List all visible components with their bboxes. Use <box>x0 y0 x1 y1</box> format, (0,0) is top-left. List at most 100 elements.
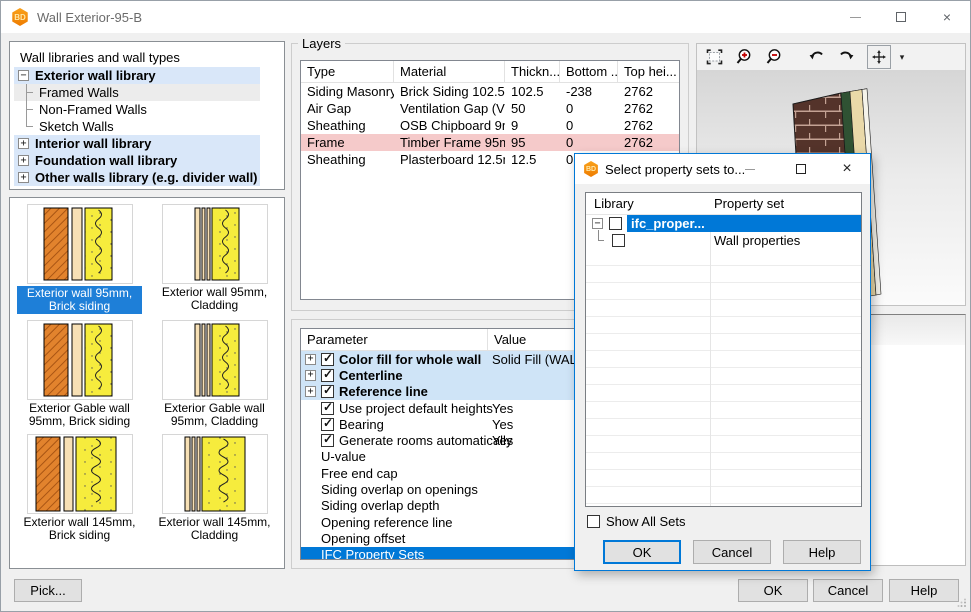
wall-type-thumbnail[interactable] <box>162 434 268 514</box>
close-button[interactable]: × <box>924 1 970 33</box>
tree-item-foundation-wall-library[interactable]: Foundation wall library <box>14 152 260 169</box>
expand-icon[interactable] <box>18 155 29 166</box>
layer-thickness: 95 <box>505 135 560 150</box>
layer-material: OSB Chipboard 9m... <box>394 118 505 133</box>
layer-row[interactable]: Sheathing OSB Chipboard 9m... 9 0 2762 <box>301 117 679 134</box>
tree-item-framed-walls[interactable]: Framed Walls <box>14 84 260 101</box>
checkbox[interactable] <box>321 385 334 398</box>
checkbox[interactable] <box>321 369 334 382</box>
show-all-sets-option[interactable]: Show All Sets <box>587 514 686 529</box>
parameter-label: Use project default heights <box>339 401 493 416</box>
ok-button[interactable]: OK <box>738 579 808 602</box>
checkbox[interactable] <box>321 434 334 447</box>
pick-button[interactable]: Pick... <box>14 579 82 602</box>
wall-type-thumbnail[interactable] <box>27 434 133 514</box>
tree-item-label: Framed Walls <box>39 85 119 100</box>
zoom-extents-button[interactable] <box>701 45 727 69</box>
column-header-type[interactable]: Type <box>301 61 394 82</box>
minimize-icon <box>850 17 861 18</box>
wall-type-item[interactable]: Exterior wall 145mm, Cladding <box>147 434 282 542</box>
layer-thickness: 9 <box>505 118 560 133</box>
minimize-button[interactable] <box>832 1 878 33</box>
help-button[interactable]: Help <box>889 579 959 602</box>
tree-item-exterior-wall-library[interactable]: Exterior wall library <box>14 67 260 84</box>
wall-type-item[interactable]: Exterior wall 95mm, Brick siding <box>12 204 147 314</box>
parameter-value: Yes <box>492 401 513 416</box>
window-titlebar[interactable]: BD Wall Exterior-95-B × <box>1 1 970 33</box>
wall-type-item[interactable]: Exterior wall 145mm, Brick siding <box>12 434 147 542</box>
parameter-label: Siding overlap on openings <box>321 482 478 497</box>
column-header-library[interactable]: Library <box>586 196 710 211</box>
tree-item-non-framed-walls[interactable]: Non-Framed Walls <box>14 101 260 118</box>
tree-item-label: Foundation wall library <box>35 153 177 168</box>
resize-grip[interactable] <box>957 598 967 608</box>
column-header-top-height[interactable]: Top hei... <box>618 61 679 82</box>
property-sets-table[interactable]: Library Property set ifc_proper... Wall … <box>585 192 862 507</box>
layer-bottom: 0 <box>560 135 618 150</box>
show-all-sets-checkbox[interactable] <box>587 515 600 528</box>
column-header-parameter[interactable]: Parameter <box>301 329 488 350</box>
toolbar-dropdown-arrow[interactable]: ▾ <box>895 45 909 69</box>
tree-item-sketch-walls[interactable]: Sketch Walls <box>14 118 260 135</box>
rotate-left-button[interactable] <box>803 45 829 69</box>
property-set-row-selected[interactable]: ifc_proper... <box>586 215 861 232</box>
checkbox[interactable] <box>321 402 334 415</box>
expand-icon[interactable] <box>18 172 29 183</box>
wall-type-thumbnail[interactable] <box>27 320 133 400</box>
modal-titlebar[interactable]: BD Select property sets to... × <box>575 154 870 184</box>
layer-row[interactable]: Siding Masonry Brick Siding 102.5, ... 1… <box>301 83 679 100</box>
expand-icon[interactable] <box>305 354 316 365</box>
wall-type-thumbnail[interactable] <box>162 320 268 400</box>
collapse-icon[interactable] <box>592 218 603 229</box>
expand-icon[interactable] <box>305 386 316 397</box>
wall-type-thumbnail[interactable] <box>27 204 133 284</box>
zoom-out-button[interactable] <box>761 45 787 69</box>
rotate-right-button[interactable] <box>833 45 859 69</box>
layer-type: Siding Masonry <box>301 84 394 99</box>
modal-maximize-button[interactable] <box>784 154 818 184</box>
modal-cancel-button[interactable]: Cancel <box>693 540 771 564</box>
modal-title: Select property sets to... <box>605 162 745 177</box>
column-header-thickness[interactable]: Thickn... <box>505 61 560 82</box>
column-header-bottom[interactable]: Bottom ... <box>560 61 618 82</box>
expand-icon[interactable] <box>305 370 316 381</box>
tree-item-interior-wall-library[interactable]: Interior wall library <box>14 135 260 152</box>
modal-ok-button[interactable]: OK <box>603 540 681 564</box>
maximize-button[interactable] <box>878 1 924 33</box>
expand-icon[interactable] <box>18 138 29 149</box>
column-header-material[interactable]: Material <box>394 61 505 82</box>
checkbox[interactable] <box>321 353 334 366</box>
wall-type-label: Exterior wall 145mm, Brick siding <box>17 516 142 542</box>
parameter-label: Opening reference line <box>321 515 453 530</box>
layer-thickness: 12.5 <box>505 152 560 167</box>
modal-minimize-button[interactable] <box>733 154 767 184</box>
wall-type-item[interactable]: Exterior Gable wall 95mm, Brick siding <box>12 320 147 428</box>
checkbox[interactable] <box>609 217 622 230</box>
empty-rows <box>586 249 861 506</box>
column-header-value[interactable]: Value <box>488 332 526 347</box>
cancel-button[interactable]: Cancel <box>813 579 883 602</box>
maximize-icon <box>796 164 806 174</box>
wall-type-thumbnail[interactable] <box>162 204 268 284</box>
property-set-row[interactable]: Wall properties <box>586 232 861 249</box>
zoom-in-button[interactable] <box>731 45 757 69</box>
modal-help-button[interactable]: Help <box>783 540 861 564</box>
checkbox[interactable] <box>321 418 334 431</box>
layer-thickness: 102.5 <box>505 84 560 99</box>
layers-group-label: Layers <box>298 36 345 51</box>
checkbox[interactable] <box>612 234 625 247</box>
pan-button[interactable] <box>867 45 891 69</box>
layer-row-highlighted[interactable]: Frame Timber Frame 95mm... 95 0 2762 <box>301 134 679 151</box>
parameter-value: Yes <box>492 417 513 432</box>
wall-type-item[interactable]: Exterior wall 95mm, Cladding <box>147 204 282 314</box>
wall-type-item[interactable]: Exterior Gable wall 95mm, Cladding <box>147 320 282 428</box>
app-icon: BD <box>583 161 599 177</box>
tree-item-other-walls-library[interactable]: Other walls library (e.g. divider wall) <box>14 169 260 186</box>
collapse-icon[interactable] <box>18 70 29 81</box>
layer-top-height: 2762 <box>618 84 653 99</box>
modal-close-button[interactable]: × <box>830 154 864 184</box>
tree-connector <box>18 101 33 118</box>
layer-row[interactable]: Air Gap Ventilation Gap (VE... 50 0 2762 <box>301 100 679 117</box>
column-header-property-set[interactable]: Property set <box>710 196 784 211</box>
tree-item-label: Non-Framed Walls <box>39 102 147 117</box>
